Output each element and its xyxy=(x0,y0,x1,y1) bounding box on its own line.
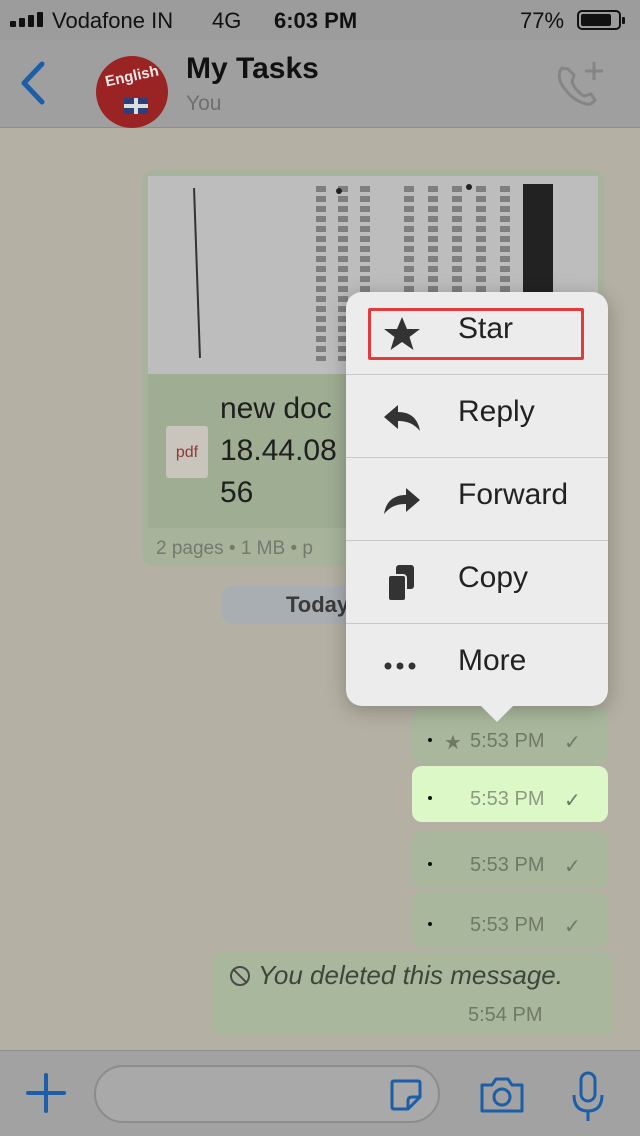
avatar[interactable]: English xyxy=(96,56,168,128)
pdf-icon-label: pdf xyxy=(175,444,199,461)
date-label: Today xyxy=(286,592,350,617)
menu-item-label: Star xyxy=(458,312,514,345)
message-text xyxy=(428,796,432,800)
document-name-line: new doc xyxy=(220,392,332,425)
starred-icon: ★ xyxy=(444,732,462,754)
chat-title[interactable]: My Tasks xyxy=(186,52,319,86)
plus-icon[interactable] xyxy=(24,1071,68,1115)
menu-item-label: Reply xyxy=(458,395,535,428)
more-icon xyxy=(384,662,416,670)
menu-item-star[interactable]: Star xyxy=(346,292,608,375)
sticker-icon[interactable] xyxy=(388,1077,424,1113)
message-bubble[interactable]: 5:53 PM ✓ xyxy=(412,832,608,888)
chat-subtitle: You xyxy=(186,92,222,115)
copy-icon xyxy=(387,565,414,602)
chat-header: English My Tasks You xyxy=(0,40,640,128)
sent-check-icon: ✓ xyxy=(564,856,581,878)
menu-item-forward[interactable]: Forward xyxy=(346,458,608,541)
document-meta: 2 pages • 1 MB • p xyxy=(156,538,313,559)
message-time: 5:54 PM xyxy=(468,1004,543,1026)
status-bar: Vodafone IN 4G 6:03 PM 77% xyxy=(0,0,640,40)
message-context-menu: Star Reply Forward Copy More xyxy=(346,292,608,722)
sent-check-icon: ✓ xyxy=(564,916,581,938)
document-name: new doc 18.44.08 56 xyxy=(220,388,337,514)
camera-icon[interactable] xyxy=(478,1075,526,1115)
message-text xyxy=(428,862,432,866)
network-type: 4G xyxy=(212,8,242,33)
flag-icon xyxy=(124,98,148,114)
message-time: 5:53 PM xyxy=(470,914,545,936)
forward-icon xyxy=(384,488,420,514)
menu-item-reply[interactable]: Reply xyxy=(346,375,608,458)
document-name-line: 18.44.08 xyxy=(220,434,337,467)
battery-icon xyxy=(577,10,625,30)
preview-bullet xyxy=(466,184,472,190)
clock: 6:03 PM xyxy=(274,8,358,33)
deleted-message-text: You deleted this message. xyxy=(258,960,563,990)
message-time: 5:53 PM xyxy=(470,730,545,752)
battery-percent: 77% xyxy=(520,8,565,33)
document-name-line: 56 xyxy=(220,476,254,509)
microphone-icon[interactable] xyxy=(570,1071,606,1123)
message-input-bar xyxy=(0,1050,640,1136)
message-bubble-selected[interactable]: 5:53 PM ✓ xyxy=(412,766,608,822)
menu-item-label: Copy xyxy=(458,561,529,594)
preview-margin-line xyxy=(193,188,201,358)
carrier-name: Vodafone IN xyxy=(52,8,174,33)
star-icon xyxy=(384,317,420,350)
sent-check-icon: ✓ xyxy=(564,732,581,754)
menu-item-label: More xyxy=(458,644,527,677)
message-time: 5:53 PM xyxy=(470,788,545,810)
message-bubble[interactable]: 5:53 PM ✓ xyxy=(412,892,608,948)
reply-icon xyxy=(384,405,420,431)
message-text xyxy=(428,738,432,742)
signal-icon xyxy=(10,12,43,27)
preview-bullet xyxy=(336,188,342,194)
menu-item-label: Forward xyxy=(458,478,569,511)
menu-item-more[interactable]: More xyxy=(346,624,608,707)
deleted-icon xyxy=(230,966,250,986)
add-call-icon[interactable] xyxy=(552,58,608,110)
back-chevron-icon[interactable] xyxy=(16,58,52,108)
pdf-file-icon: pdf xyxy=(166,426,208,478)
message-time: 5:53 PM xyxy=(470,854,545,876)
sent-check-icon: ✓ xyxy=(564,790,581,812)
preview-text-column xyxy=(316,186,326,361)
deleted-message-bubble[interactable]: You deleted this message. 5:54 PM xyxy=(212,952,614,1036)
menu-item-copy[interactable]: Copy xyxy=(346,541,608,624)
message-text xyxy=(428,922,432,926)
avatar-label: English xyxy=(103,62,161,91)
